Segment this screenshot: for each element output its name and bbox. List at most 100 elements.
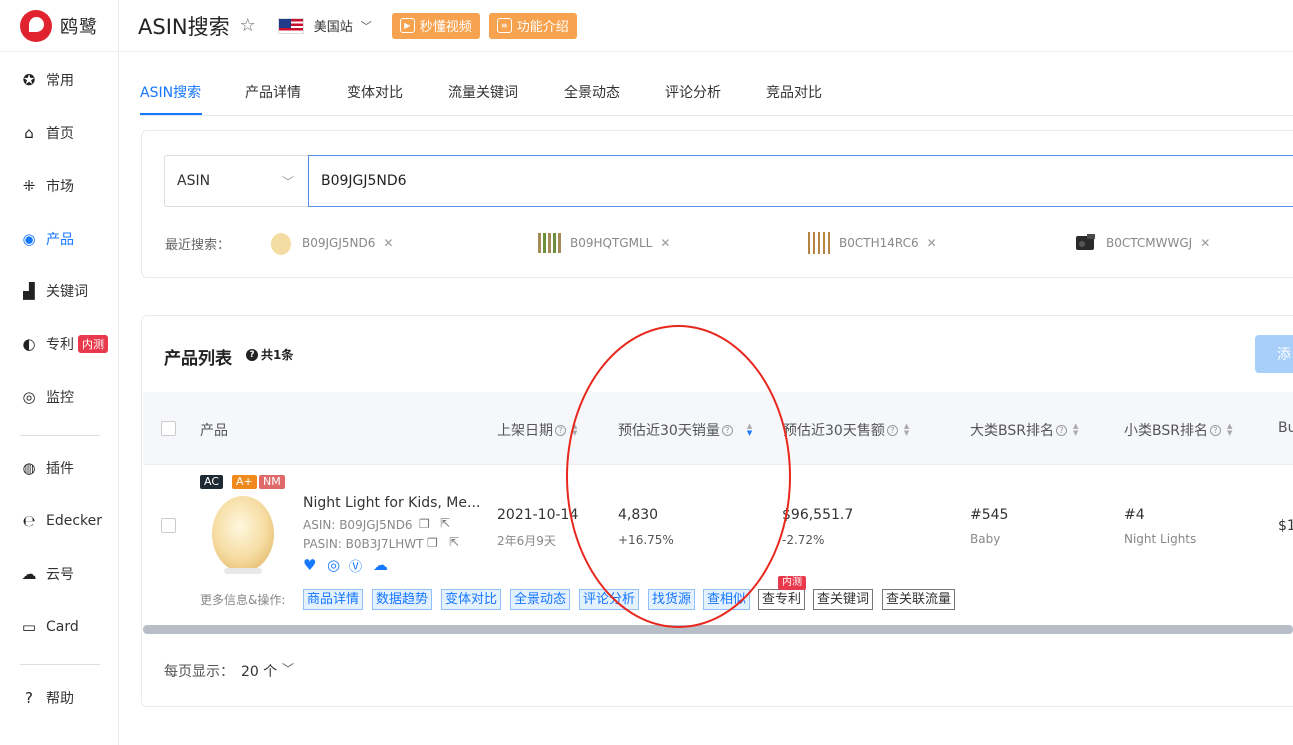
tab-review-analysis[interactable]: 评论分析: [665, 82, 721, 102]
external-link-icon[interactable]: ⇱: [440, 516, 450, 530]
column-label: 小类BSR排名: [1124, 423, 1208, 439]
video-button[interactable]: ▶ 秒懂视频: [391, 12, 480, 39]
product-title[interactable]: Night Light for Kids, Me...: [303, 495, 480, 511]
select-all-checkbox[interactable]: [161, 421, 176, 436]
sidebar-item-label: Card: [46, 619, 79, 635]
column-listing-date[interactable]: 上架日期 ? ▲ ▼: [497, 420, 577, 440]
chevron-down-icon[interactable]: ﹀: [361, 18, 372, 34]
location-icon[interactable]: ◎: [327, 556, 340, 574]
add-button[interactable]: 添: [1255, 335, 1293, 373]
recent-search-asin: B09HQTGMLL: [570, 236, 653, 250]
site-selector[interactable]: 美国站: [314, 16, 353, 35]
est-revenue-value: $96,551.7: [782, 507, 854, 523]
column-label: 预估近30天销量: [618, 423, 720, 439]
sidebar-item-label: Edecker: [46, 513, 103, 529]
video-button-label: 秒懂视频: [419, 20, 472, 35]
sidebar-item-home[interactable]: ⌂ 首页: [0, 113, 119, 153]
copy-icon[interactable]: ❐: [427, 536, 438, 550]
op-related-traffic-button[interactable]: 查关联流量: [882, 589, 956, 610]
page-header: ASIN搜索 ☆ 美国站 ﹀ ▶ 秒懂视频 ≡ 功能介绍: [120, 0, 1293, 52]
op-product-detail-button[interactable]: 商品详情: [303, 589, 364, 610]
op-find-source-button[interactable]: 找货源: [648, 589, 696, 610]
tab-asin-search[interactable]: ASIN搜索: [140, 82, 201, 102]
sidebar-item-monitor[interactable]: ◎ 监控: [0, 377, 119, 417]
tab-traffic-keywords[interactable]: 流量关键词: [448, 82, 518, 102]
close-icon[interactable]: ✕: [383, 236, 393, 250]
close-icon[interactable]: ✕: [927, 236, 937, 250]
main-bsr-category: Baby: [970, 532, 1001, 546]
active-tab-indicator: [140, 113, 202, 115]
sort-icon[interactable]: ▲ ▼: [1227, 423, 1232, 437]
op-variant-compare-button[interactable]: 变体对比: [441, 589, 502, 610]
sidebar-item-label: 产品: [46, 232, 74, 248]
op-patent-button[interactable]: 查专利: [758, 589, 806, 610]
sidebar-item-card[interactable]: ▭ Card: [0, 607, 119, 647]
sidebar-item-market[interactable]: ⁜ 市场: [0, 166, 119, 206]
more-ops-label: 更多信息&操作:: [200, 593, 286, 607]
sort-desc-active-icon[interactable]: ▲ ▼: [747, 423, 752, 437]
op-review-analysis-button[interactable]: 评论分析: [579, 589, 640, 610]
chrome-icon: ◍: [22, 459, 36, 477]
sidebar-item-label: 监控: [46, 390, 74, 406]
column-sub-bsr[interactable]: 小类BSR排名 ? ▲ ▼: [1124, 420, 1232, 440]
cloud-arrow-icon[interactable]: ☁: [373, 556, 388, 574]
monitor-icon: ◎: [22, 388, 36, 406]
page-size-select[interactable]: 20 个: [241, 661, 277, 681]
document-icon: ≡: [496, 18, 512, 33]
tab-product-detail[interactable]: 产品详情: [245, 82, 301, 102]
asin-search-input[interactable]: [308, 155, 1293, 207]
recent-search-item[interactable]: B09HQTGMLL ✕: [536, 230, 670, 256]
recent-search-item[interactable]: B09JGJ5ND6 ✕: [268, 230, 393, 256]
sidebar-item-help[interactable]: ? 帮助: [0, 678, 119, 718]
page-title: ASIN搜索: [138, 14, 230, 39]
recent-search-asin: B0CTCMWWGJ: [1106, 236, 1193, 250]
vs-compare-icon[interactable]: Ⓥ: [349, 556, 362, 575]
op-keywords-button[interactable]: 查关键词: [813, 589, 874, 610]
est-revenue-change: -2.72%: [782, 533, 825, 547]
utensils-thumb-icon: [538, 233, 561, 253]
sidebar-item-edecker[interactable]: ℮ Edecker: [0, 501, 119, 541]
close-icon[interactable]: ✕: [660, 236, 670, 250]
horizontal-scrollbar[interactable]: [143, 625, 1293, 634]
sidebar-item-product[interactable]: ◉ 产品: [0, 219, 119, 259]
search-type-value: ASIN: [177, 173, 211, 189]
favorite-star-icon[interactable]: ☆: [240, 15, 256, 36]
sidebar-item-plugin[interactable]: ◍ 插件: [0, 448, 119, 488]
listing-date: 2021-10-14: [497, 507, 579, 523]
row-checkbox[interactable]: [161, 518, 176, 533]
sidebar-item-cloud[interactable]: ☁ 云号: [0, 554, 119, 594]
tab-variant-compare[interactable]: 变体对比: [347, 82, 403, 102]
copy-icon[interactable]: ❐: [419, 517, 430, 531]
recent-search-asin: B09JGJ5ND6: [302, 236, 376, 250]
logo-bird-icon: [20, 9, 52, 42]
page-size-label: 每页显示：: [164, 664, 234, 680]
external-link-icon[interactable]: ⇱: [449, 535, 459, 549]
us-flag-icon: [277, 17, 304, 34]
recent-search-item[interactable]: B0CTH14RC6 ✕: [805, 230, 937, 256]
sort-icon[interactable]: ▲ ▼: [572, 423, 577, 437]
tab-panorama[interactable]: 全景动态: [564, 82, 620, 102]
tab-competitor-compare[interactable]: 竞品对比: [766, 82, 822, 102]
intro-button[interactable]: ≡ 功能介绍: [488, 12, 577, 39]
sidebar-item-common[interactable]: ✪ 常用: [0, 60, 119, 100]
column-est-sales[interactable]: 预估近30天销量 ? ▲ ▼: [618, 420, 752, 440]
column-est-revenue[interactable]: 预估近30天售额 ? ▲ ▼: [783, 420, 909, 440]
product-image[interactable]: [210, 492, 276, 578]
column-label: Bu: [1278, 420, 1293, 436]
op-panorama-button[interactable]: 全景动态: [510, 589, 571, 610]
chevron-down-icon[interactable]: ﹀: [282, 660, 294, 677]
sort-icon[interactable]: ▲ ▼: [904, 423, 909, 437]
search-type-select[interactable]: ASIN ﹀: [164, 155, 308, 207]
help-circle-icon: ?: [721, 424, 733, 436]
recent-search-item[interactable]: B0CTCMWWGJ ✕: [1072, 230, 1210, 256]
column-main-bsr[interactable]: 大类BSR排名 ? ▲ ▼: [970, 420, 1078, 440]
op-data-trend-button[interactable]: 数据趋势: [372, 589, 433, 610]
heart-icon[interactable]: ♥: [303, 556, 316, 574]
sidebar: 鸥鹭 ✪ 常用 ⌂ 首页 ⁜ 市场 ◉ 产品 ▟ 关键词 ◐ 专利 内测 ◎ 监…: [0, 0, 119, 745]
op-find-similar-button[interactable]: 查相似: [703, 589, 751, 610]
sort-icon[interactable]: ▲ ▼: [1073, 423, 1078, 437]
sidebar-item-keyword[interactable]: ▟ 关键词: [0, 271, 119, 311]
app-logo[interactable]: 鸥鹭: [0, 0, 119, 52]
sidebar-item-patent[interactable]: ◐ 专利 内测: [0, 324, 119, 364]
close-icon[interactable]: ✕: [1200, 236, 1210, 250]
